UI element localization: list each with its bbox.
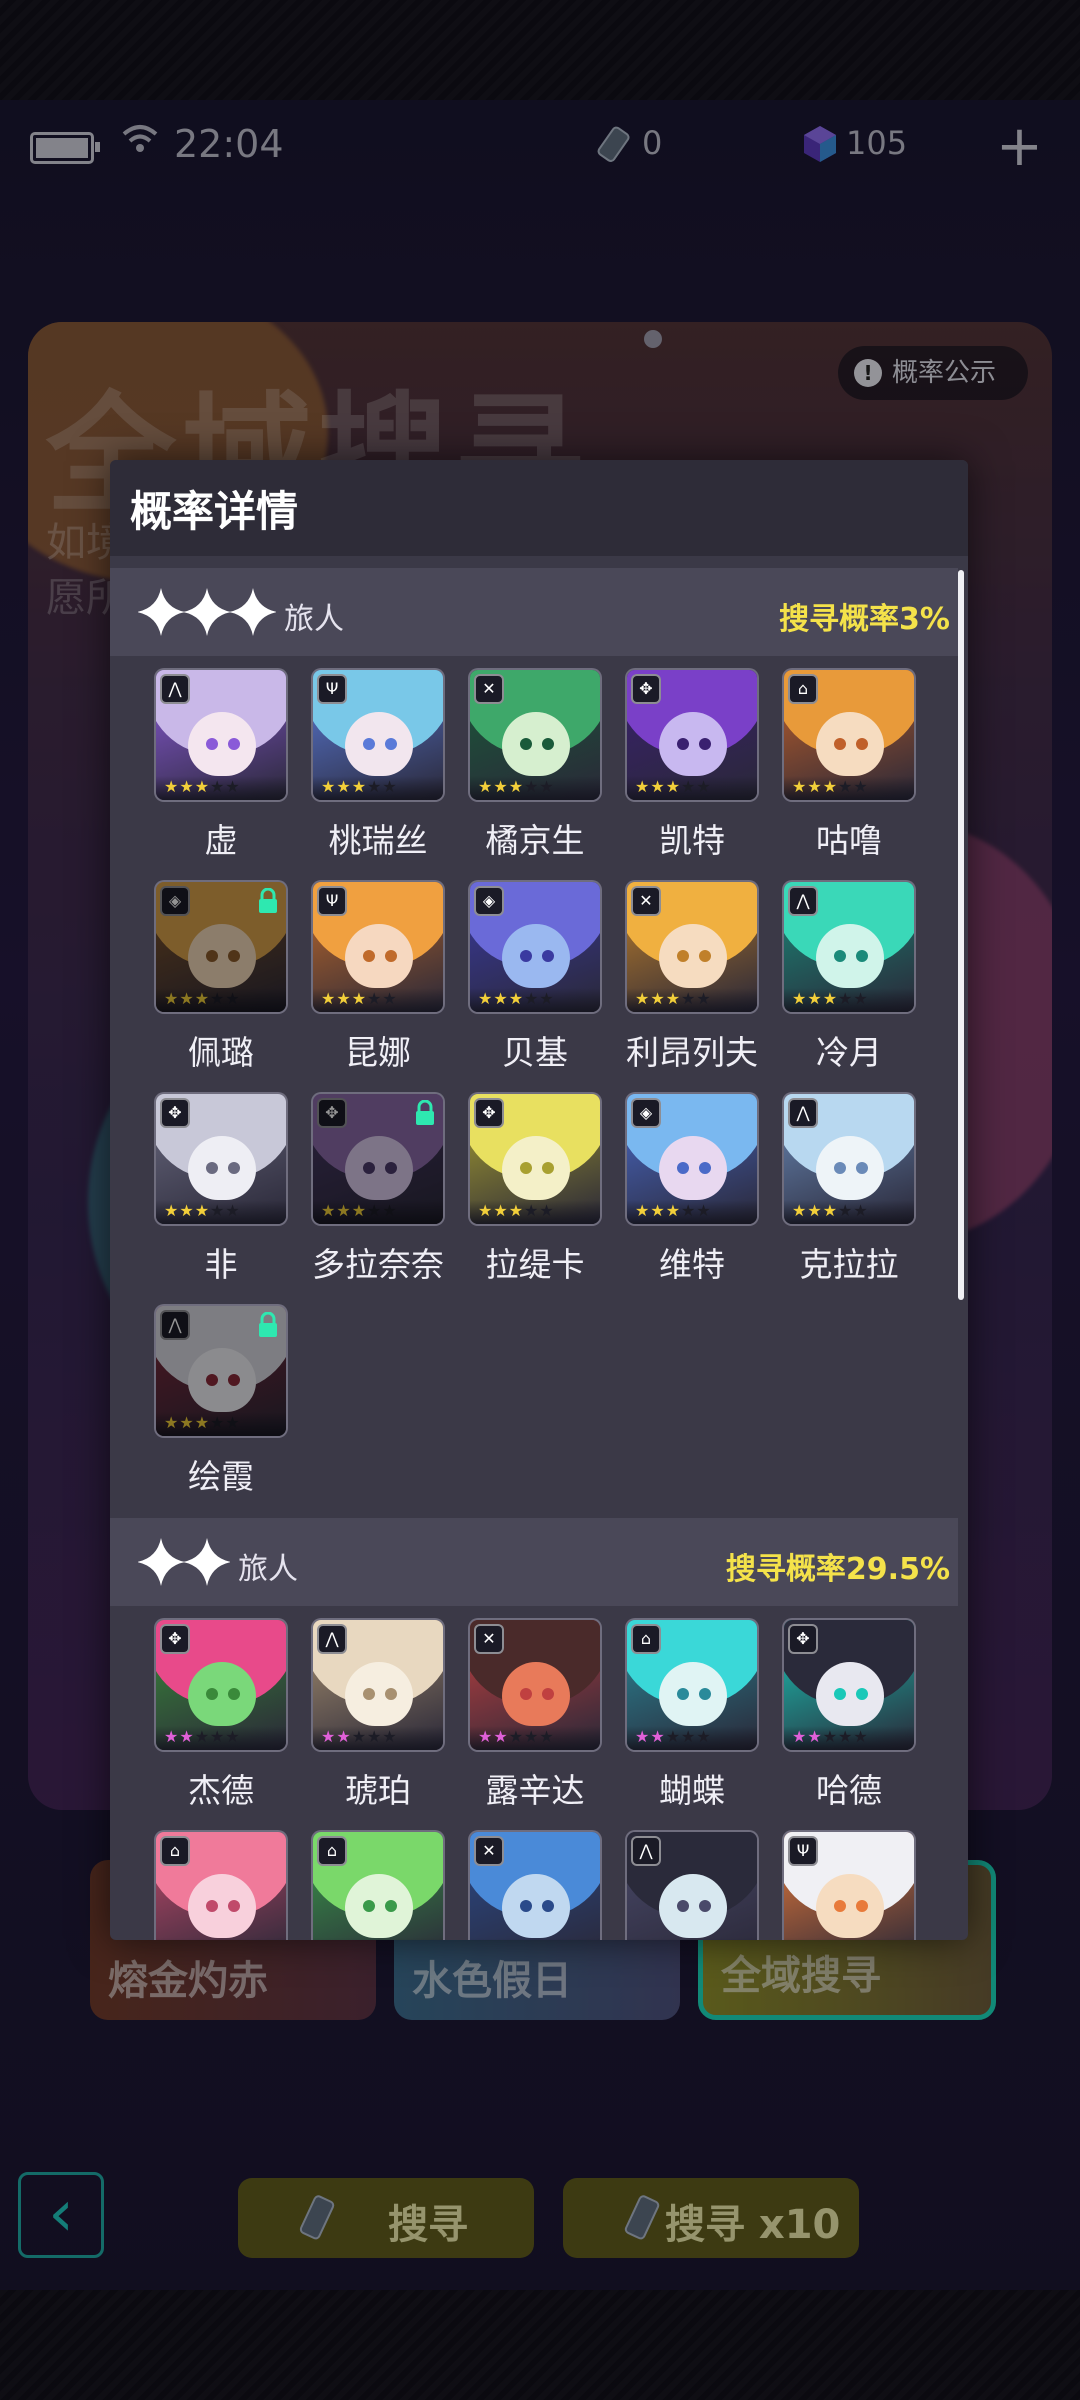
character-portrait: ★★★★★ ⌂: [784, 670, 914, 800]
character-portrait: ★★★★★ ◈: [627, 1094, 757, 1224]
class-icon: ◈: [160, 886, 190, 916]
class-icon: ⌂: [317, 1836, 347, 1866]
class-icon: ⌂: [160, 1836, 190, 1866]
rarity-stars-icon: ★★★★★: [635, 1939, 712, 1940]
lock-icon: [259, 1312, 277, 1337]
character-portrait: ★★★★★ ✥: [313, 1094, 443, 1224]
class-icon: ✥: [474, 1098, 504, 1128]
class-icon: ✥: [631, 674, 661, 704]
rarity-stars-icon: ★★★★★: [478, 777, 555, 796]
class-icon: Ψ: [788, 1836, 818, 1866]
dialog-header: 概率详情: [110, 460, 968, 556]
draw-rate: 搜寻概率29.5%: [725, 1552, 950, 1587]
rarity-stars-icon: ★★★★★: [792, 1939, 869, 1940]
class-icon: ◈: [474, 886, 504, 916]
class-icon: ✕: [474, 1836, 504, 1866]
rarity-label: 旅人: [284, 602, 344, 637]
character-portrait: ★★★★★ Ψ: [784, 1832, 914, 1940]
rarity-stars-icon: ★★★★★: [321, 1727, 398, 1746]
character-portrait: ★★★★★ ◈: [156, 882, 286, 1012]
character-name: 冷月: [816, 1033, 882, 1072]
character-name: 克拉拉: [799, 1245, 899, 1284]
character-portrait: ★★★★★ ⌂: [156, 1832, 286, 1940]
character-name: 哈德: [816, 1771, 882, 1810]
rarity-stars-icon: ★★★★★: [164, 777, 241, 796]
rarity-stars-icon: ★★★★★: [164, 1727, 241, 1746]
character-portrait: ★★★★★ ◈: [470, 882, 600, 1012]
scrollbar[interactable]: [958, 570, 964, 1300]
lock-icon: [416, 1100, 434, 1125]
character-portrait: ★★★★★ ✥: [627, 670, 757, 800]
character-portrait: ★★★★★ Ψ: [313, 670, 443, 800]
probability-details-dialog: 概率详情 旅人 搜寻概率3% ★★★★★ ⋀ 虚 ★★★★★ Ψ 桃瑞丝 ★★★★★ ✕ 橘京生 ★★…: [110, 460, 968, 1940]
rarity-stars-icon: ★★★★★: [635, 1727, 712, 1746]
rarity-stars-icon: ★★★★★: [478, 1939, 555, 1940]
class-icon: ✕: [474, 1624, 504, 1654]
character-portrait: ★★★★★ ⋀: [156, 1306, 286, 1436]
lock-icon: [259, 888, 277, 913]
rarity-stars-icon: [138, 1538, 230, 1586]
character-portrait: ★★★★★ ✥: [156, 1620, 286, 1750]
class-icon: ⋀: [317, 1624, 347, 1654]
rarity-stars-icon: ★★★★★: [164, 1201, 241, 1220]
dialog-title: 概率详情: [130, 487, 299, 536]
character-name: 绘霞: [188, 1457, 254, 1496]
class-icon: ⋀: [788, 1098, 818, 1128]
class-icon: ⌂: [788, 674, 818, 704]
character-portrait: ★★★★★ ✕: [470, 670, 600, 800]
rarity-stars-icon: [138, 588, 276, 636]
class-icon: ◈: [631, 1098, 661, 1128]
rarity-stars-icon: ★★★★★: [321, 1201, 398, 1220]
character-portrait: ★★★★★ ⋀: [784, 882, 914, 1012]
class-icon: ✕: [631, 886, 661, 916]
rarity-stars-icon: ★★★★★: [321, 989, 398, 1008]
rarity-stars-icon: ★★★★★: [321, 1939, 398, 1940]
class-icon: ✕: [474, 674, 504, 704]
class-icon: Ψ: [317, 674, 347, 704]
character-portrait: ★★★★★ Ψ: [313, 882, 443, 1012]
class-icon: ✥: [160, 1098, 190, 1128]
class-icon: ⋀: [160, 674, 190, 704]
rarity-stars-icon: ★★★★★: [164, 1939, 241, 1940]
class-icon: ⋀: [788, 886, 818, 916]
rarity-stars-icon: ★★★★★: [635, 1201, 712, 1220]
rarity-stars-icon: ★★★★★: [792, 989, 869, 1008]
character-portrait: ★★★★★ ⌂: [313, 1832, 443, 1940]
rarity-stars-icon: ★★★★★: [321, 777, 398, 796]
class-icon: ✥: [317, 1098, 347, 1128]
character-portrait: ★★★★★ ⌂: [627, 1620, 757, 1750]
character-portrait: ★★★★★ ✥: [156, 1094, 286, 1224]
rarity-stars-icon: ★★★★★: [635, 989, 712, 1008]
character-portrait: ★★★★★ ✕: [470, 1620, 600, 1750]
class-icon: ⋀: [631, 1836, 661, 1866]
character-portrait: ★★★★★ ⋀: [784, 1094, 914, 1224]
character-portrait: ★★★★★ ✥: [470, 1094, 600, 1224]
rarity-stars-icon: ★★★★★: [478, 1201, 555, 1220]
rarity-stars-icon: ★★★★★: [164, 989, 241, 1008]
rarity-header-3star: 旅人 搜寻概率3%: [110, 568, 958, 656]
draw-rate: 搜寻概率3%: [779, 602, 950, 637]
rarity-stars-icon: ★★★★★: [635, 777, 712, 796]
character-portrait: ★★★★★ ⋀: [313, 1620, 443, 1750]
rarity-label: 旅人: [238, 1552, 298, 1587]
character-portrait: ★★★★★ ⋀: [156, 670, 286, 800]
character-portrait: ★★★★★ ✕: [627, 882, 757, 1012]
class-icon: Ψ: [317, 886, 347, 916]
rarity-stars-icon: ★★★★★: [478, 1727, 555, 1746]
rarity-header-2star: 旅人 搜寻概率29.5%: [110, 1518, 958, 1606]
rarity-stars-icon: ★★★★★: [792, 777, 869, 796]
class-icon: ✥: [160, 1624, 190, 1654]
character-name: 咕噜: [816, 821, 882, 860]
class-icon: ⌂: [631, 1624, 661, 1654]
rarity-stars-icon: ★★★★★: [478, 989, 555, 1008]
rarity-stars-icon: ★★★★★: [792, 1201, 869, 1220]
rarity-stars-icon: ★★★★★: [792, 1727, 869, 1746]
character-portrait: ★★★★★ ⋀: [627, 1832, 757, 1940]
class-icon: ✥: [788, 1624, 818, 1654]
class-icon: ⋀: [160, 1310, 190, 1340]
character-portrait: ★★★★★ ✕: [470, 1832, 600, 1940]
rarity-stars-icon: ★★★★★: [164, 1413, 241, 1432]
character-portrait: ★★★★★ ✥: [784, 1620, 914, 1750]
